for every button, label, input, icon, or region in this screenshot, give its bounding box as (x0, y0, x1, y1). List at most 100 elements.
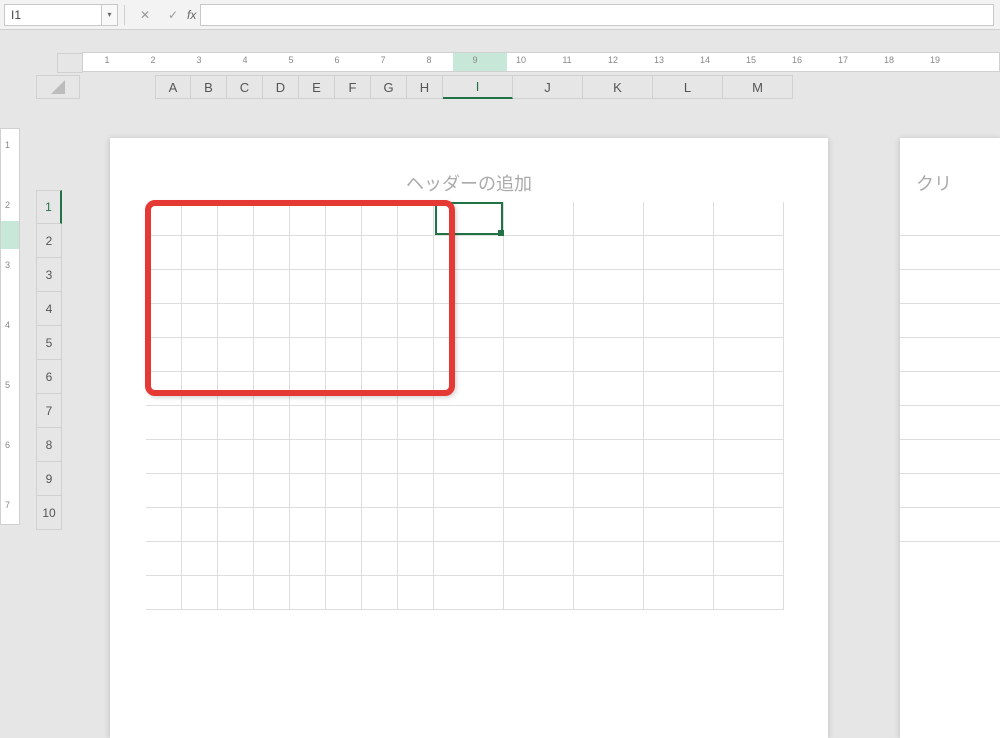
cell[interactable] (254, 542, 290, 576)
cell[interactable] (254, 440, 290, 474)
cell[interactable] (504, 338, 574, 372)
column-header-i[interactable]: I (443, 75, 513, 99)
cell[interactable] (146, 236, 182, 270)
cell[interactable] (146, 406, 182, 440)
cell[interactable] (146, 508, 182, 542)
column-header-g[interactable]: G (371, 75, 407, 99)
cell[interactable] (644, 508, 714, 542)
side-header-placeholder[interactable]: クリ (916, 170, 952, 196)
cell[interactable] (326, 270, 362, 304)
select-all-corner[interactable] (36, 75, 80, 99)
cell[interactable] (182, 576, 218, 610)
cell[interactable] (290, 406, 326, 440)
cell[interactable] (326, 304, 362, 338)
cell[interactable] (504, 406, 574, 440)
cell[interactable] (362, 372, 398, 406)
cell[interactable] (574, 372, 644, 406)
side-row[interactable] (900, 338, 1000, 372)
row-header-7[interactable]: 7 (36, 394, 62, 428)
cell[interactable] (574, 406, 644, 440)
cell[interactable] (362, 270, 398, 304)
cell[interactable] (218, 372, 254, 406)
cell[interactable] (434, 202, 504, 236)
cell[interactable] (218, 542, 254, 576)
cell[interactable] (326, 236, 362, 270)
cell[interactable] (218, 270, 254, 304)
cell[interactable] (434, 406, 504, 440)
side-row[interactable] (900, 304, 1000, 338)
cell[interactable] (574, 508, 644, 542)
cell[interactable] (398, 508, 434, 542)
column-header-h[interactable]: H (407, 75, 443, 99)
row-header-1[interactable]: 1 (36, 190, 62, 224)
cell[interactable] (398, 202, 434, 236)
cell[interactable] (254, 474, 290, 508)
cell[interactable] (182, 338, 218, 372)
cell[interactable] (290, 270, 326, 304)
cell[interactable] (326, 372, 362, 406)
cell[interactable] (146, 338, 182, 372)
cell[interactable] (434, 304, 504, 338)
cell[interactable] (434, 236, 504, 270)
column-header-j[interactable]: J (513, 75, 583, 99)
cell[interactable] (398, 440, 434, 474)
cell[interactable] (434, 542, 504, 576)
fx-label[interactable]: fx (187, 8, 196, 22)
cell[interactable] (362, 576, 398, 610)
cell[interactable] (362, 236, 398, 270)
cell[interactable] (714, 304, 784, 338)
cell[interactable] (434, 270, 504, 304)
column-header-e[interactable]: E (299, 75, 335, 99)
side-row[interactable] (900, 372, 1000, 406)
cell[interactable] (218, 406, 254, 440)
cell[interactable] (714, 270, 784, 304)
cell[interactable] (644, 202, 714, 236)
cell[interactable] (398, 236, 434, 270)
cell[interactable] (504, 474, 574, 508)
cell[interactable] (362, 440, 398, 474)
side-row[interactable] (900, 474, 1000, 508)
cell[interactable] (290, 338, 326, 372)
cell[interactable] (326, 576, 362, 610)
cell[interactable] (182, 236, 218, 270)
cell[interactable] (714, 474, 784, 508)
cell[interactable] (504, 508, 574, 542)
cell[interactable] (434, 474, 504, 508)
cell[interactable] (504, 270, 574, 304)
cell[interactable] (290, 202, 326, 236)
side-row[interactable] (900, 440, 1000, 474)
column-header-l[interactable]: L (653, 75, 723, 99)
cell[interactable] (218, 304, 254, 338)
cell[interactable] (362, 338, 398, 372)
cell[interactable] (290, 576, 326, 610)
cell[interactable] (218, 508, 254, 542)
column-header-b[interactable]: B (191, 75, 227, 99)
cancel-icon[interactable]: ✕ (134, 4, 156, 26)
cell[interactable] (182, 440, 218, 474)
cell[interactable] (290, 508, 326, 542)
side-row[interactable] (900, 508, 1000, 542)
column-header-a[interactable]: A (155, 75, 191, 99)
cell[interactable] (218, 236, 254, 270)
horizontal-ruler[interactable]: 12345678910111213141516171819 (82, 52, 1000, 72)
adjacent-page[interactable]: クリ (900, 138, 1000, 738)
cell[interactable] (254, 372, 290, 406)
cell[interactable] (504, 542, 574, 576)
cell[interactable] (434, 372, 504, 406)
side-grid[interactable] (900, 202, 1000, 542)
cell[interactable] (218, 338, 254, 372)
cell[interactable] (182, 474, 218, 508)
cell[interactable] (218, 474, 254, 508)
side-row[interactable] (900, 270, 1000, 304)
cell[interactable] (290, 542, 326, 576)
row-header-6[interactable]: 6 (36, 360, 62, 394)
formula-input[interactable] (200, 4, 994, 26)
cell[interactable] (714, 372, 784, 406)
cell[interactable] (146, 372, 182, 406)
cell[interactable] (146, 202, 182, 236)
cell[interactable] (714, 440, 784, 474)
cell[interactable] (290, 304, 326, 338)
cell[interactable] (398, 474, 434, 508)
cell[interactable] (398, 304, 434, 338)
row-header-5[interactable]: 5 (36, 326, 62, 360)
